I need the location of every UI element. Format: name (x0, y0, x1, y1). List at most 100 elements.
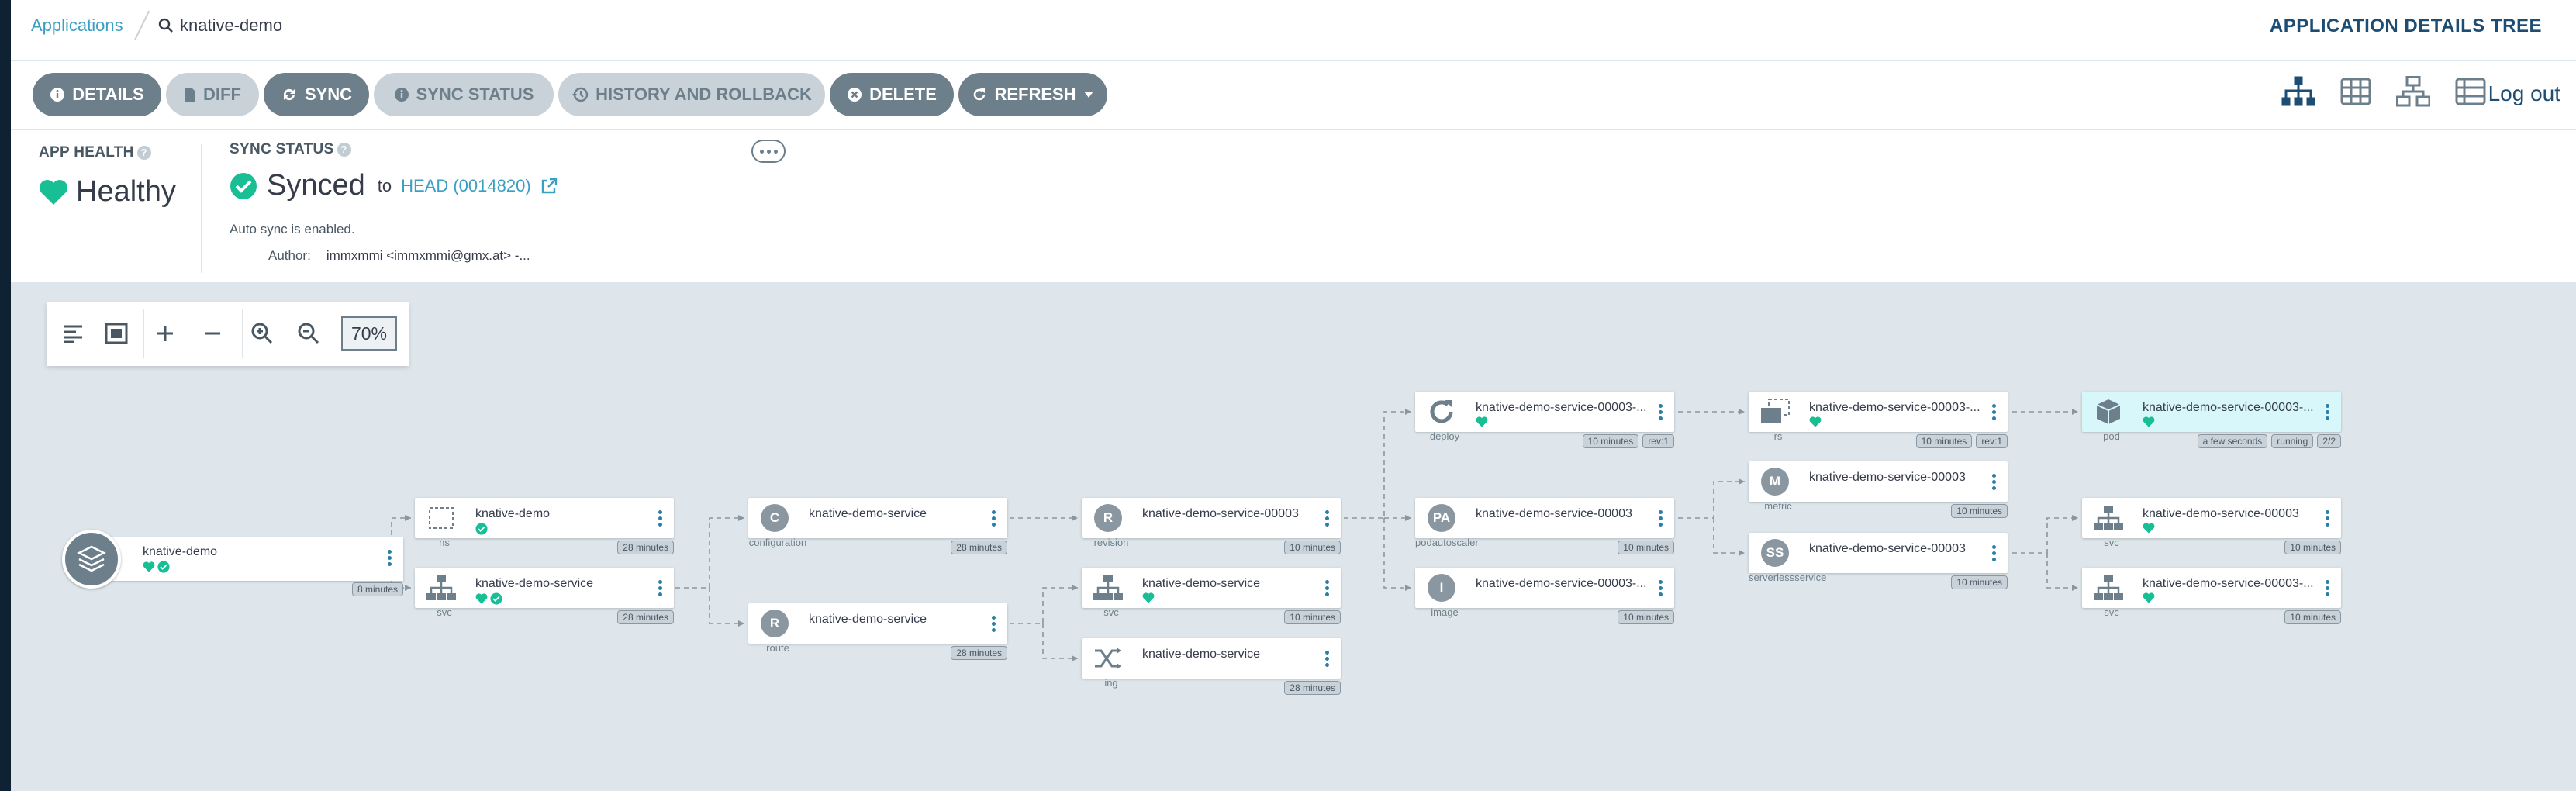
node-tags: 10 minutes (1951, 504, 2008, 518)
node-name: knative-demo-service (1142, 648, 1261, 661)
graph-zoom-toolbar: 70% (47, 302, 409, 366)
node-menu-button[interactable] (658, 510, 663, 527)
list-view-icon[interactable] (2453, 74, 2488, 109)
node-tag: 10 minutes (1951, 504, 2008, 518)
node-tags: 28 minutes (951, 646, 1007, 660)
expand-icon[interactable] (150, 318, 181, 349)
node-menu-button[interactable] (1325, 510, 1330, 527)
breadcrumb-applications-link[interactable]: Applications (31, 16, 123, 36)
auto-sync-text: Auto sync is enabled. (230, 222, 355, 237)
sync-value: Synced to HEAD (0014820) (230, 169, 558, 202)
node-tag: 10 minutes (1915, 434, 1973, 448)
resource-node-svc[interactable]: svc knative-demo-service-00003-... 10 minu… (2082, 568, 2341, 624)
pods-view-icon[interactable] (2339, 74, 2373, 109)
resource-node-svc[interactable]: svc knative-demo-service-00003 10 minutes (2082, 498, 2341, 554)
history-rollback-button[interactable]: HISTORY AND ROLLBACK (558, 73, 825, 116)
node-tags: 28 minutes (1284, 681, 1341, 695)
node-menu-button[interactable] (658, 580, 663, 596)
resource-node-deploy[interactable]: deploy knative-demo-service-00003-... 10 m… (1415, 392, 1674, 448)
revision-link[interactable]: HEAD (0014820) (401, 176, 531, 196)
zoom-out-icon[interactable] (293, 318, 324, 349)
node-kind-label: svc (2104, 537, 2119, 548)
node-tags: 28 minutes (951, 541, 1007, 554)
resource-node-configuration[interactable]: Cconfiguration knative-demo-service 28 min… (748, 498, 1007, 554)
node-icon-letter: SS (1761, 539, 1789, 567)
collapse-icon[interactable] (197, 318, 228, 349)
node-name: knative-demo-service-00003-... (2143, 401, 2314, 414)
node-menu-button[interactable] (2326, 510, 2330, 527)
node-tag: 10 minutes (1284, 610, 1341, 624)
node-tag: running (2271, 434, 2314, 448)
resource-node-svc[interactable]: svc knative-demo-service 10 minutes (1082, 568, 1341, 624)
resource-node-image[interactable]: Iimage knative-demo-service-00003-... 10 m… (1415, 568, 1674, 624)
node-tag: 28 minutes (617, 541, 674, 554)
sync-status-button[interactable]: SYNC STATUS (374, 73, 554, 116)
more-options-button[interactable] (751, 140, 786, 163)
align-left-icon[interactable] (57, 318, 88, 349)
node-menu-button[interactable] (1992, 404, 1997, 420)
resource-node-ns[interactable]: ns knative-demo 28 minutes (415, 498, 674, 554)
sync-label: SYNC (304, 85, 353, 104)
check-circle-icon (157, 561, 170, 573)
node-menu-button[interactable] (2326, 580, 2330, 596)
node-tags: 10 minutes (2284, 610, 2341, 624)
service-icon (2088, 501, 2129, 535)
node-kind-label: metric (1764, 500, 1792, 512)
node-menu-button[interactable] (1325, 651, 1330, 667)
node-icon-letter: C (761, 504, 789, 532)
resource-node-metric[interactable]: Mmetric knative-demo-service-00003 10 minu… (1749, 461, 2008, 518)
resource-node-svc[interactable]: svc knative-demo-service 28 minutes (415, 568, 674, 624)
network-view-icon[interactable] (2396, 74, 2430, 109)
node-tag: 10 minutes (1951, 575, 2008, 589)
node-tags: 10 minutes (2284, 541, 2341, 554)
node-menu-button[interactable] (1992, 545, 1997, 561)
left-nav-bar (0, 0, 11, 791)
help-icon[interactable]: ? (136, 146, 151, 160)
sync-button[interactable]: SYNC (264, 73, 369, 116)
refresh-button[interactable]: REFRESH (958, 73, 1107, 116)
app-node-box[interactable]: knative-demo 8 minutes (109, 537, 403, 596)
breadcrumb-app-name: knative-demo (180, 16, 283, 35)
search-icon (158, 18, 174, 33)
tree-view-icon[interactable] (2281, 74, 2315, 109)
node-tags: 10 minutes (1951, 575, 2008, 589)
diff-button[interactable]: DIFF (166, 73, 259, 116)
resource-node-rs[interactable]: rs knative-demo-service-00003-... 10 minut… (1749, 392, 2008, 448)
zoom-separator (143, 309, 144, 358)
logout-link[interactable]: Log out (2488, 81, 2560, 106)
node-menu-button[interactable] (992, 510, 996, 527)
node-name: knative-demo-service-00003-... (1476, 401, 1647, 414)
node-tags: 10 minutes (1618, 610, 1674, 624)
fit-to-screen-icon[interactable] (101, 318, 132, 349)
help-icon[interactable]: ? (337, 143, 351, 157)
resource-node-route[interactable]: Rroute knative-demo-service 28 minutes (748, 603, 1007, 660)
node-menu-button[interactable] (1659, 580, 1663, 596)
node-menu-button[interactable] (1325, 580, 1330, 596)
node-tag: 10 minutes (1284, 541, 1341, 554)
zoom-percent-field[interactable]: 70% (341, 316, 397, 351)
node-menu-button[interactable] (992, 616, 996, 632)
node-menu-button[interactable] (388, 550, 392, 566)
delete-button[interactable]: DELETE (830, 73, 954, 116)
node-menu-button[interactable] (2326, 404, 2330, 420)
resource-node-revision[interactable]: Rrevision knative-demo-service-00003 10 mi… (1082, 498, 1341, 554)
node-menu-button[interactable] (1659, 510, 1663, 527)
resource-node-ing[interactable]: ing knative-demo-service 28 minutes (1082, 638, 1341, 695)
node-kind-label: route (766, 642, 789, 654)
resource-node-pod[interactable]: pod knative-demo-service-00003-... a few s… (2082, 392, 2341, 448)
node-tag: 10 minutes (1582, 434, 1639, 448)
info-icon (394, 87, 409, 102)
service-icon (2088, 571, 2129, 605)
breadcrumb-app-search[interactable]: knative-demo (158, 16, 282, 36)
external-link-icon[interactable] (540, 178, 558, 195)
node-kind-label: revision (1093, 537, 1129, 548)
details-button[interactable]: DETAILS (33, 73, 161, 116)
service-icon (421, 571, 461, 605)
revision-icon: R (1088, 501, 1128, 535)
resource-node-serverlessservice[interactable]: SS serverlessservice knative-demo-service-… (1749, 533, 2008, 589)
service-icon (1088, 571, 1128, 605)
zoom-in-icon[interactable] (247, 318, 278, 349)
node-menu-button[interactable] (1992, 474, 1997, 490)
node-menu-button[interactable] (1659, 404, 1663, 420)
resource-node-podautoscaler[interactable]: PA podautoscaler knative-demo-service-0000… (1415, 498, 1674, 554)
